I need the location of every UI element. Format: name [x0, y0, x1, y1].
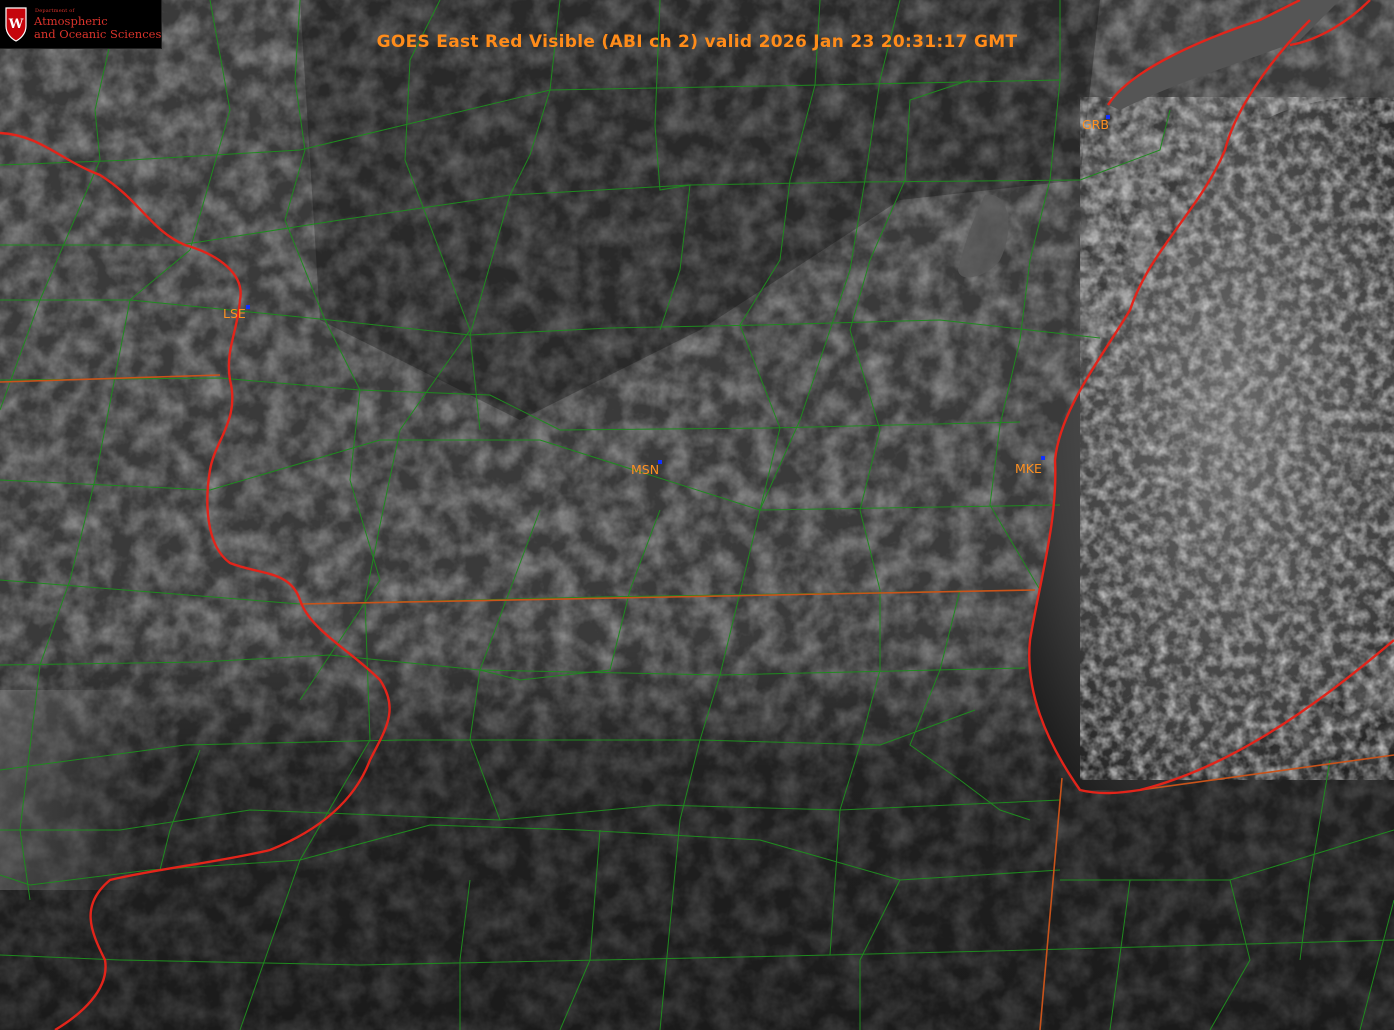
satellite-image-viewer: W Department of Atmospheric and Oceanic …: [0, 0, 1394, 1030]
satellite-map: [0, 0, 1394, 1030]
station-label-msn: MSN: [631, 462, 660, 477]
image-title: GOES East Red Visible (ABI ch 2) valid 2…: [376, 32, 1018, 52]
station-label-grb: GRB: [1082, 117, 1109, 132]
station-marker: [1041, 456, 1045, 460]
western-haze: [0, 690, 420, 890]
crest-letter: W: [8, 17, 24, 32]
station-marker: [246, 305, 250, 309]
station-label-lse: LSE: [223, 306, 246, 321]
logo-name-line1: Atmospheric: [34, 14, 108, 28]
station-label-mke: MKE: [1015, 461, 1042, 476]
